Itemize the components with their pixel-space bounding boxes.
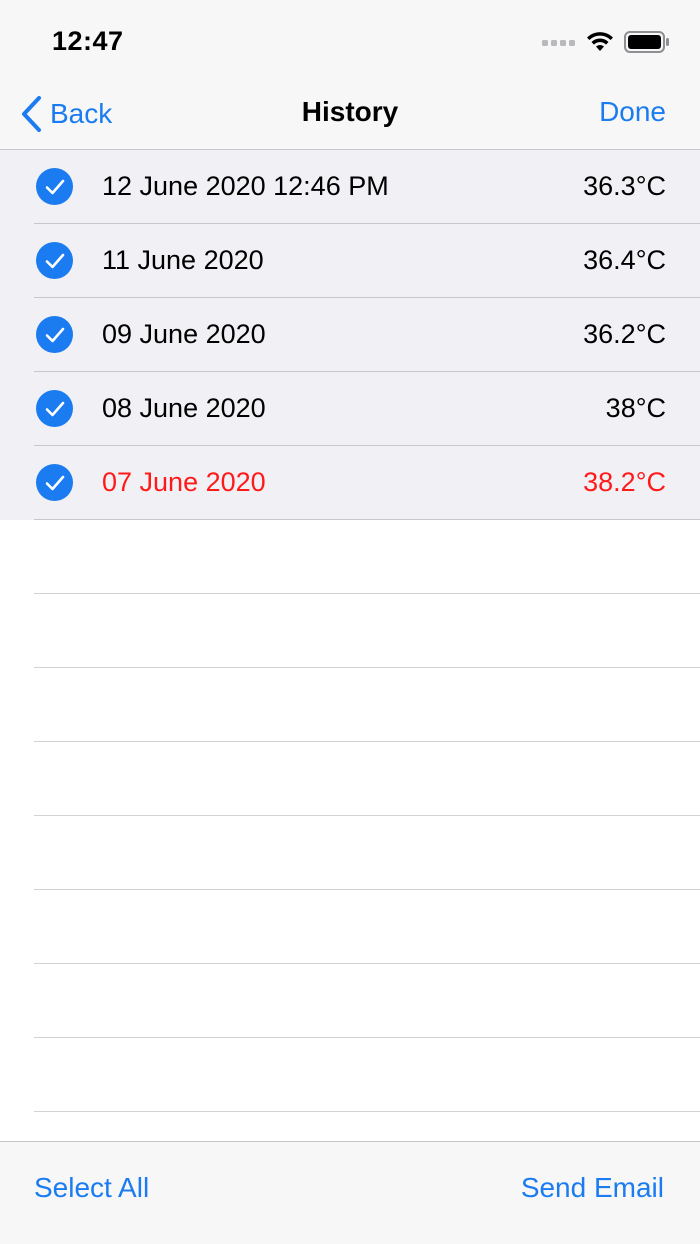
wifi-icon (587, 32, 613, 51)
checkmark-icon[interactable] (36, 242, 73, 279)
select-all-button[interactable]: Select All (34, 1172, 149, 1204)
history-row[interactable]: 11 June 2020 36.4°C (0, 224, 700, 298)
empty-row (0, 890, 700, 964)
status-bar: 12:47 (0, 0, 700, 80)
history-date: 08 June 2020 (102, 393, 266, 423)
history-temperature: 36.3°C (583, 171, 666, 201)
history-row[interactable]: 09 June 2020 36.2°C (0, 298, 700, 372)
done-button[interactable]: Done (599, 96, 666, 128)
history-date: 07 June 2020 (102, 467, 266, 497)
status-icons (542, 30, 670, 54)
empty-row (0, 520, 700, 594)
history-temperature: 38.2°C (583, 467, 666, 497)
empty-row (0, 742, 700, 816)
history-date: 12 June 2020 12:46 PM (102, 171, 389, 201)
empty-row (0, 668, 700, 742)
send-email-button[interactable]: Send Email (521, 1172, 664, 1204)
navigation-bar: Back History Done (0, 80, 700, 150)
signal-icon (542, 40, 575, 46)
checkmark-icon[interactable] (36, 316, 73, 353)
battery-icon (624, 31, 669, 53)
empty-row (0, 964, 700, 1038)
empty-row (0, 816, 700, 890)
empty-row (0, 594, 700, 668)
history-date: 09 June 2020 (102, 319, 266, 349)
bottom-toolbar: Select All Send Email (0, 1141, 700, 1244)
history-date: 11 June 2020 (102, 245, 264, 275)
history-list: 12 June 2020 12:46 PM 36.3°C 11 June 202… (0, 150, 700, 1112)
history-row[interactable]: 12 June 2020 12:46 PM 36.3°C (0, 150, 700, 224)
empty-row (0, 1038, 700, 1112)
history-row[interactable]: 08 June 2020 38°C (0, 372, 700, 446)
checkmark-icon[interactable] (36, 168, 73, 205)
history-temperature: 38°C (605, 393, 666, 423)
history-temperature: 36.4°C (583, 245, 666, 275)
checkmark-icon[interactable] (36, 390, 73, 427)
checkmark-icon[interactable] (36, 464, 73, 501)
status-time: 12:47 (52, 26, 124, 56)
history-temperature: 36.2°C (583, 319, 666, 349)
page-title: History (301, 96, 399, 127)
history-row-alert[interactable]: 07 June 2020 38.2°C (0, 446, 700, 520)
